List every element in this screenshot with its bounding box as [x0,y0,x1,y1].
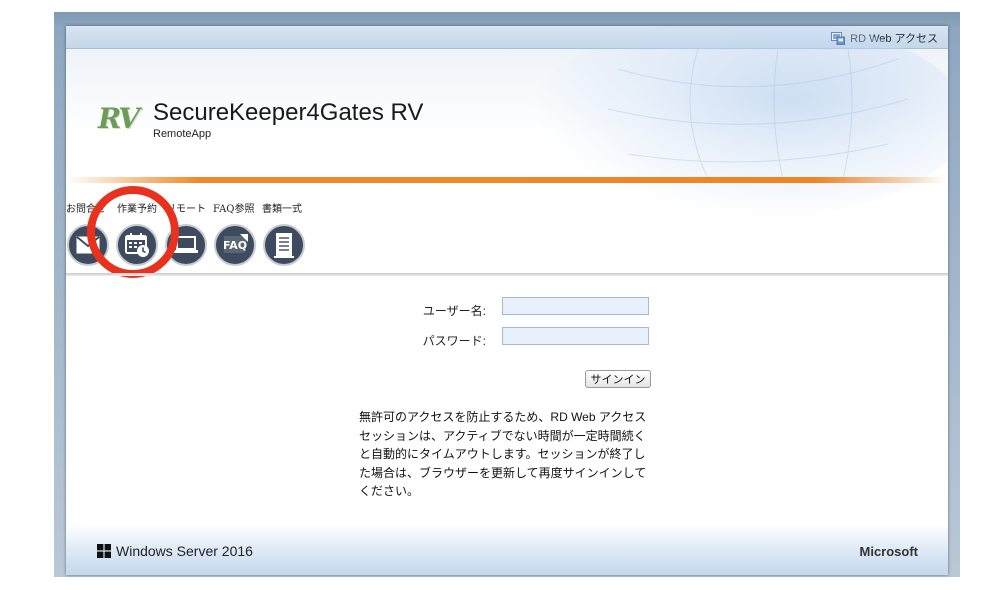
password-label: パスワード: [422,334,486,348]
menu-label-inquiry[interactable]: お問合せ [66,200,106,215]
footer: Windows Server 2016 Microsoft [66,524,948,575]
globe-grid-graphic [608,49,908,179]
menu-label-faq[interactable]: FAQ参照 [213,200,255,215]
rv-logo: RV [98,102,140,135]
rd-web-window: RD Web アクセス RV SecureKeeper4Gates RV Rem… [66,26,948,575]
username-input[interactable] [502,297,649,315]
windows-server-label: Windows Server 2016 [116,543,253,559]
menu-label-remote[interactable]: リモート [166,200,206,215]
menu-label-documents[interactable]: 書類一式 [262,200,302,215]
app-subtitle: RemoteApp [153,128,212,140]
accent-bar [66,177,948,183]
documents-icon[interactable] [263,224,305,266]
header-banner: RV SecureKeeper4Gates RV RemoteApp [66,26,948,219]
windows-logo-icon [97,544,111,558]
calendar-clock-icon[interactable] [116,224,158,266]
microsoft-logo: Microsoft [859,544,919,559]
laptop-icon[interactable] [165,224,207,266]
signin-button[interactable]: サインイン [585,370,651,388]
password-input[interactable] [502,327,649,345]
timeout-notice: 無許可のアクセスを防止するため、RD Web アクセス セッションは、アクティブ… [359,410,647,498]
mail-icon[interactable] [67,224,109,266]
separator [66,273,948,276]
svg-text:FAQ: FAQ [223,239,247,252]
app-title: SecureKeeper4Gates RV [153,99,424,126]
windows-server-logo: Windows Server 2016 [97,543,253,559]
menu-label-reservation[interactable]: 作業予約 [117,200,157,215]
faq-icon[interactable]: FAQ [214,224,256,266]
username-label: ユーザー名: [422,304,486,318]
